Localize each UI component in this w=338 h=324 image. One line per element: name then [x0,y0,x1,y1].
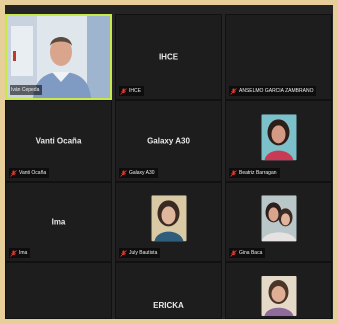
participant-tile[interactable]: Ima Ima [5,182,112,262]
mic-muted-icon [230,87,237,95]
participant-tile[interactable]: Gina Baca [225,182,332,262]
participant-tile[interactable]: ERICKA [115,262,222,319]
participant-name-label: IHCE [119,86,144,96]
mic-muted-icon [120,169,127,177]
participant-tile[interactable]: Beatriz Barragan [225,100,332,182]
participant-tile[interactable]: ANSELMO GARCIA ZAMBRANO [225,14,332,100]
participant-name-label: Vanti Ocaña [9,168,50,178]
participant-tile[interactable] [5,262,112,319]
participant-name: ANSELMO GARCIA ZAMBRANO [239,88,314,94]
participant-display-name: Vanti Ocaña [35,136,82,146]
participant-name-label: Beatriz Barragan [229,168,280,178]
participant-name-label: ANSELMO GARCIA ZAMBRANO [229,86,317,96]
participant-name: Gina Baca [239,250,263,256]
participant-display-name: ERICKA [153,301,184,310]
participant-name: IHCE [129,88,141,94]
participant-tile[interactable]: Iván Cepeda [5,14,112,100]
participant-name: Iván Cepeda [11,87,40,93]
participant-name-label: Gina Baca [229,248,266,258]
participant-tile[interactable]: July Bautista [115,182,222,262]
participant-photo [261,114,296,161]
mic-muted-icon [230,249,237,257]
participant-name-label: Ima [9,248,31,258]
participant-name: Beatriz Barragan [239,170,277,176]
participant-tile[interactable] [225,262,332,319]
participant-display-name: IHCE [158,52,179,62]
participant-photo [151,195,186,242]
mic-muted-icon [10,249,17,257]
participant-tile[interactable]: Galaxy A30 Galaxy A30 [115,100,222,182]
participant-name: Galaxy A30 [129,170,155,176]
participant-name-label: Iván Cepeda [10,85,43,95]
mic-muted-icon [120,249,127,257]
gallery-grid: Iván Cepeda IHCE IHCE ANSELMO GARCIA ZAM… [5,14,333,319]
participant-photo [261,195,296,242]
participant-tile[interactable]: IHCE IHCE [115,14,222,100]
mic-muted-icon [230,169,237,177]
participant-name: Ima [19,250,28,256]
participant-photo [261,276,296,316]
participant-name-label: Galaxy A30 [119,168,158,178]
participant-name: Vanti Ocaña [19,170,47,176]
mic-muted-icon [120,87,127,95]
participant-tile[interactable]: Vanti Ocaña Vanti Ocaña [5,100,112,182]
participant-display-name: Galaxy A30 [147,136,190,146]
participant-name-label: July Bautista [119,248,161,258]
participant-display-name: Ima [51,217,66,227]
mic-muted-icon [10,169,17,177]
participant-name: July Bautista [129,250,158,256]
